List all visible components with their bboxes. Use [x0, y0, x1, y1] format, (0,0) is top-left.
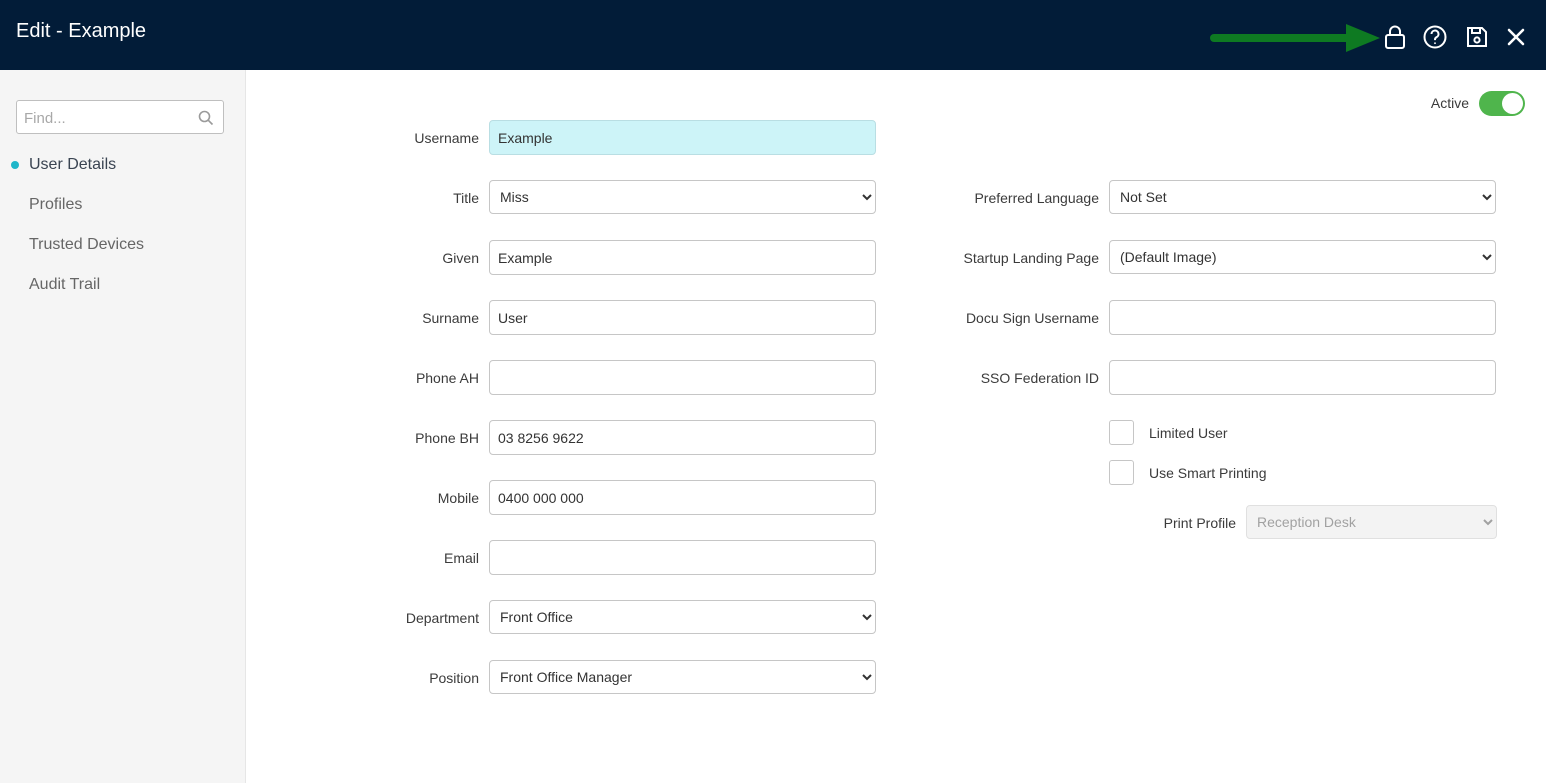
active-label: Active [1430, 95, 1469, 111]
username-field[interactable] [489, 120, 876, 155]
preferred-language-label: Preferred Language [974, 190, 1099, 206]
sso-federation-id-label: SSO Federation ID [980, 370, 1099, 386]
print-profile-label: Print Profile [1163, 515, 1236, 531]
email-field[interactable] [489, 540, 876, 575]
given-field[interactable] [489, 240, 876, 275]
find-input[interactable] [22, 107, 196, 129]
help-icon[interactable] [1422, 24, 1448, 50]
department-label: Department [405, 610, 479, 626]
username-label: Username [414, 130, 479, 146]
toggle-knob [1502, 93, 1523, 114]
startup-landing-page-label: Startup Landing Page [963, 250, 1099, 266]
sidebar-item-audit-trail[interactable]: Audit Trail [29, 276, 100, 294]
page-title: Edit - Example [16, 20, 147, 42]
top-bar: Edit - Example [0, 0, 1546, 70]
limited-user-checkbox[interactable] [1109, 420, 1134, 445]
email-label: Email [443, 550, 479, 566]
surname-label: Surname [422, 310, 479, 326]
phone-ah-label: Phone AH [415, 370, 479, 386]
preferred-language-select[interactable]: Not Set [1109, 180, 1496, 214]
active-indicator-dot [11, 161, 19, 169]
save-icon[interactable] [1464, 24, 1490, 50]
phone-bh-field[interactable] [489, 420, 876, 455]
startup-landing-page-select[interactable]: (Default Image) [1109, 240, 1496, 274]
phone-ah-field[interactable] [489, 360, 876, 395]
surname-field[interactable] [489, 300, 876, 335]
mobile-field[interactable] [489, 480, 876, 515]
sidebar: User Details Profiles Trusted Devices Au… [0, 70, 246, 783]
lock-icon[interactable] [1382, 24, 1408, 50]
position-select[interactable]: Front Office Manager [489, 660, 876, 694]
sidebar-item-user-details[interactable]: User Details [29, 156, 116, 174]
search-icon [198, 110, 214, 126]
docu-sign-username-label: Docu Sign Username [965, 310, 1099, 326]
mobile-label: Mobile [437, 490, 479, 506]
sidebar-item-trusted-devices[interactable]: Trusted Devices [29, 236, 144, 254]
sso-federation-id-field[interactable] [1109, 360, 1496, 395]
close-icon[interactable] [1503, 24, 1529, 50]
title-select[interactable]: Miss [489, 180, 876, 214]
department-select[interactable]: Front Office [489, 600, 876, 634]
limited-user-label: Limited User [1149, 425, 1228, 441]
print-profile-select[interactable]: Reception Desk [1246, 505, 1497, 539]
phone-bh-label: Phone BH [415, 430, 479, 446]
active-toggle[interactable] [1479, 91, 1525, 116]
docu-sign-username-field[interactable] [1109, 300, 1496, 335]
use-smart-printing-checkbox[interactable] [1109, 460, 1134, 485]
find-box [16, 100, 224, 134]
pointer-arrow [1210, 22, 1385, 54]
title-label: Title [453, 190, 479, 206]
use-smart-printing-label: Use Smart Printing [1149, 465, 1267, 481]
position-label: Position [429, 670, 479, 686]
sidebar-item-profiles[interactable]: Profiles [29, 196, 82, 214]
given-label: Given [442, 250, 479, 266]
